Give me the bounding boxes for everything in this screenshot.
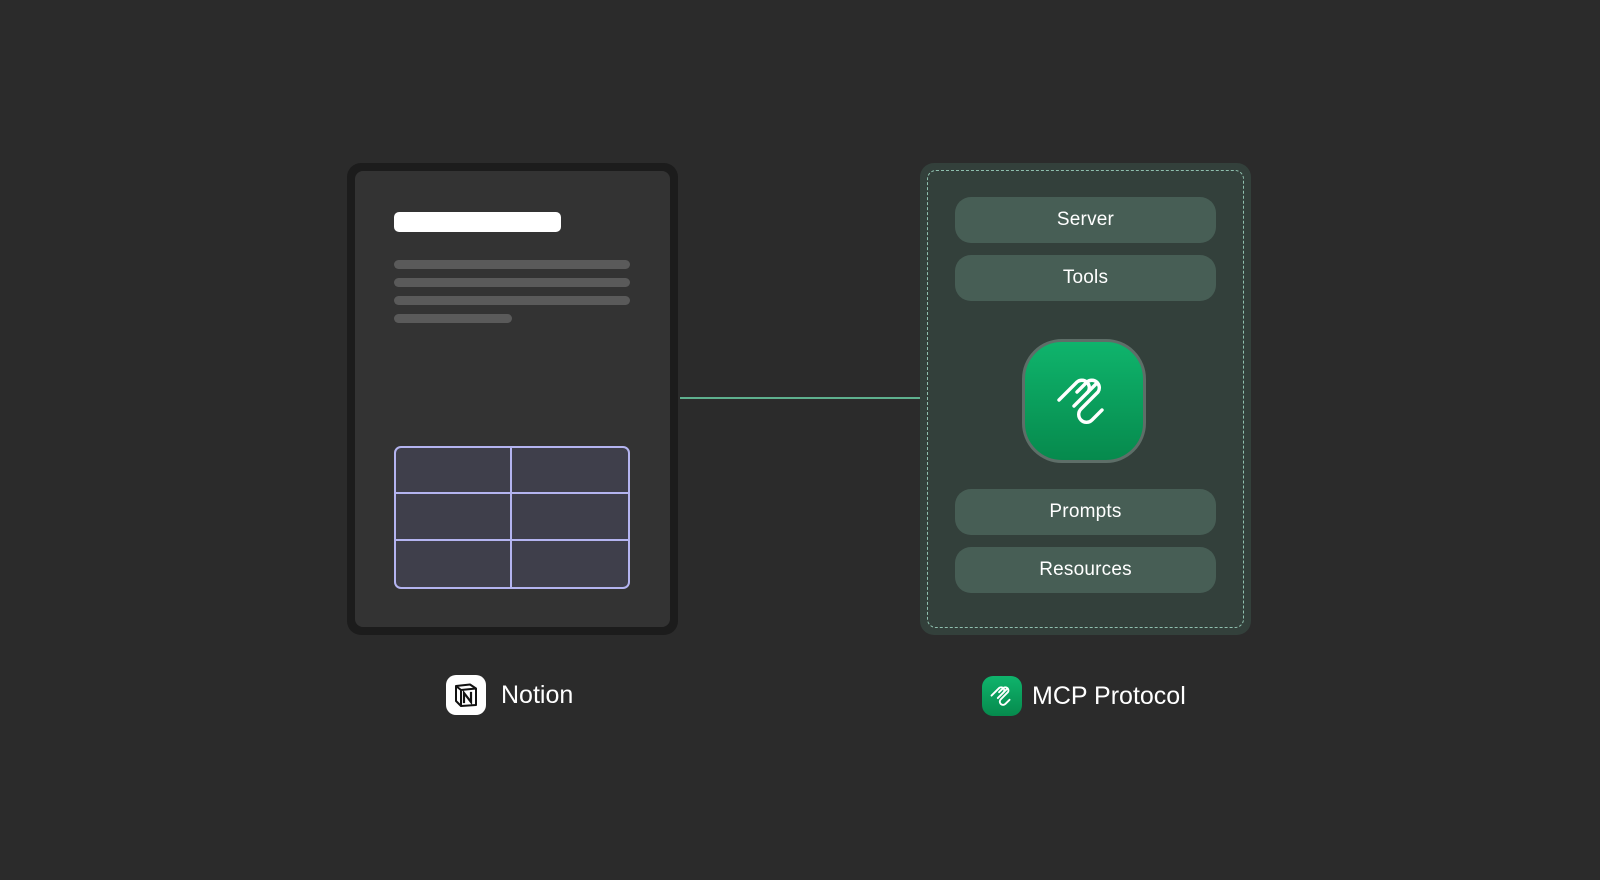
mcp-protocol-panel: Server Tools Prompts Resources xyxy=(920,163,1251,635)
mcp-logo-icon xyxy=(982,676,1022,716)
mcp-core-node xyxy=(1022,339,1146,463)
table-cell xyxy=(396,494,512,541)
diagram-canvas: Server Tools Prompts Resources Notion MC… xyxy=(0,0,1600,880)
component-resources: Resources xyxy=(955,547,1216,593)
mcp-logo-icon xyxy=(1057,378,1104,424)
document-text-line xyxy=(394,296,630,305)
component-prompts: Prompts xyxy=(955,489,1216,535)
table-cell xyxy=(512,448,628,495)
notion-label-text: Notion xyxy=(501,680,574,709)
notion-logo-icon xyxy=(446,675,486,715)
document-text-line xyxy=(394,260,630,269)
document-table xyxy=(394,446,630,589)
component-tools: Tools xyxy=(955,255,1216,301)
mcp-protocol-dashed-frame: Server Tools Prompts Resources xyxy=(927,170,1244,628)
document-text-line xyxy=(394,278,630,287)
component-server: Server xyxy=(955,197,1216,243)
table-cell xyxy=(512,494,628,541)
table-cell xyxy=(396,448,512,495)
mcp-protocol-label-text: MCP Protocol xyxy=(1032,681,1186,710)
notion-document-card xyxy=(347,163,678,635)
table-cell xyxy=(512,541,628,587)
mcp-protocol-label: MCP Protocol xyxy=(982,676,1186,716)
table-cell xyxy=(396,540,512,587)
document-text-line xyxy=(394,314,512,323)
notion-document-page xyxy=(355,171,670,627)
document-title-placeholder xyxy=(394,212,561,232)
notion-label: Notion xyxy=(446,675,573,715)
